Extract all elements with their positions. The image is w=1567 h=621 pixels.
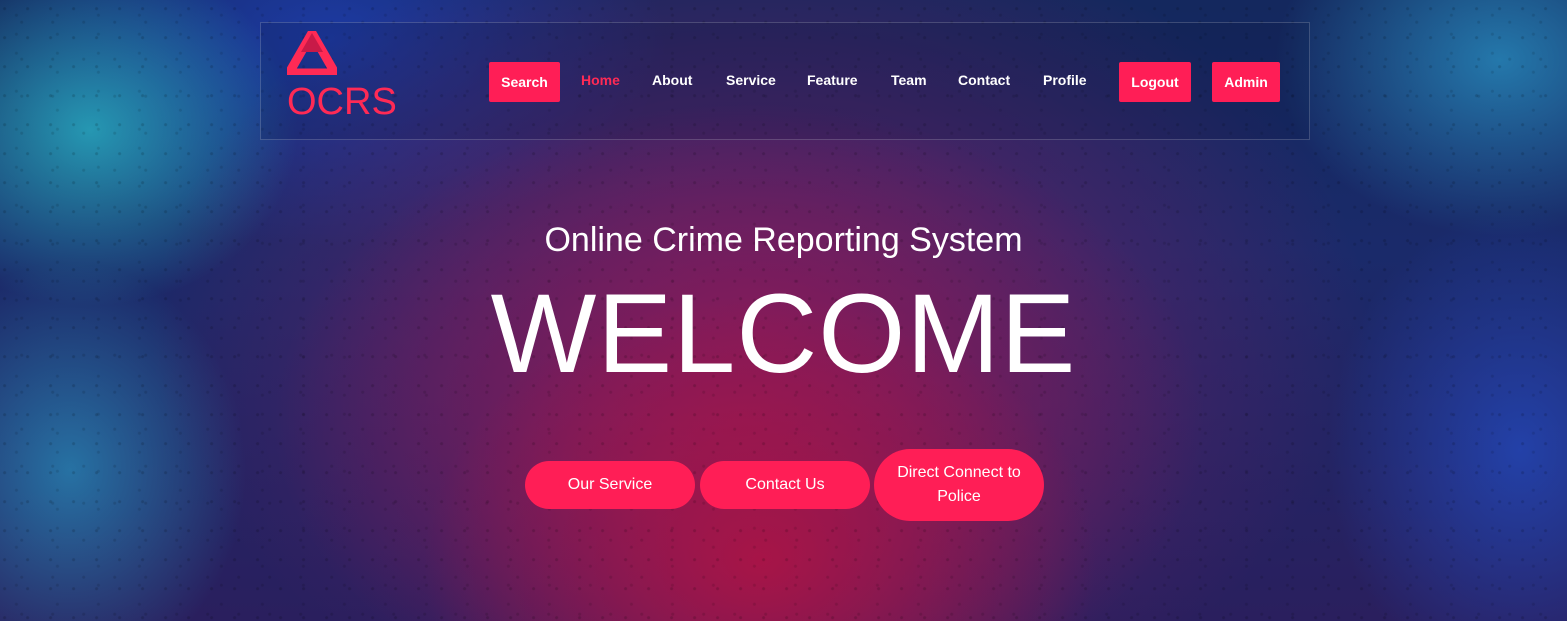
admin-button[interactable]: Admin bbox=[1212, 62, 1280, 102]
nav-link-feature[interactable]: Feature bbox=[807, 72, 858, 88]
logout-button[interactable]: Logout bbox=[1119, 62, 1191, 102]
nav-link-team[interactable]: Team bbox=[891, 72, 927, 88]
contact-us-button[interactable]: Contact Us bbox=[700, 461, 870, 509]
brand-name: OCRS bbox=[287, 81, 397, 123]
nav-link-service[interactable]: Service bbox=[726, 72, 776, 88]
our-service-button[interactable]: Our Service bbox=[525, 461, 695, 509]
brand-logo[interactable]: OCRS bbox=[287, 31, 407, 126]
top-navbar: OCRS Search Home About Service Feature T… bbox=[260, 22, 1310, 140]
nav-link-about[interactable]: About bbox=[652, 72, 692, 88]
direct-connect-police-button[interactable]: Direct Connect to Police bbox=[874, 449, 1044, 521]
search-button[interactable]: Search bbox=[489, 62, 560, 102]
nav-link-home[interactable]: Home bbox=[581, 72, 620, 88]
hero-title: WELCOME bbox=[490, 271, 1077, 396]
hero-subtitle: Online Crime Reporting System bbox=[544, 221, 1023, 259]
nav-link-contact[interactable]: Contact bbox=[958, 72, 1010, 88]
hero-section: OCRS Search Home About Service Feature T… bbox=[0, 0, 1567, 621]
nav-link-profile[interactable]: Profile bbox=[1043, 72, 1087, 88]
triangle-logo-icon bbox=[287, 31, 337, 75]
